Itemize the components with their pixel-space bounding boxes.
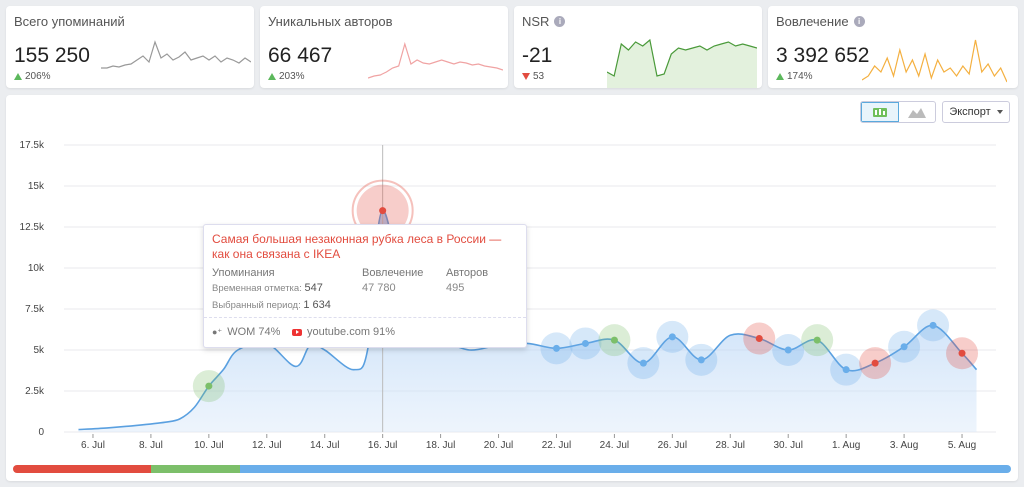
sparkline-line: [862, 39, 1007, 83]
event-marker-neutral: [842, 366, 850, 374]
kpi-delta: 206%: [14, 71, 51, 82]
tooltip-title[interactable]: Самая большая незаконная рубка леса в Ро…: [212, 232, 512, 262]
y-tick-label: 5k: [33, 345, 45, 356]
chart-tooltip: Самая большая незаконная рубка леса в Ро…: [203, 224, 527, 348]
kpi-value: -21: [522, 44, 553, 67]
kpi-title: Уникальных авторов: [268, 14, 393, 29]
kpi-card-engagement[interactable]: Вовлечение i 3 392 652 174%: [768, 6, 1018, 88]
event-marker-neutral: [552, 344, 560, 352]
event-marker-neutral: [639, 359, 647, 367]
kpi-title: Вовлечение i: [776, 14, 865, 29]
kpi-card-nsr[interactable]: NSR i -21 53: [514, 6, 762, 88]
x-tick-label: 1. Aug: [832, 440, 860, 451]
x-tick-label: 28. Jul: [716, 440, 745, 451]
info-icon[interactable]: i: [554, 16, 566, 27]
kpi-value: 155 250: [14, 44, 90, 67]
kpi-value: 66 467: [268, 44, 333, 67]
x-tick-label: 6. Jul: [81, 440, 105, 451]
y-tick-label: 0: [38, 427, 44, 438]
kpi-delta: 53: [522, 71, 544, 82]
x-tick-label: 20. Jul: [484, 440, 513, 451]
sentiment-segment-negative: [13, 465, 151, 473]
arrow-up-icon: [776, 73, 784, 80]
sparkline-chart: [607, 38, 757, 88]
tooltip-authors-value: 495: [446, 282, 465, 294]
x-tick-label: 18. Jul: [426, 440, 455, 451]
event-marker-positive: [205, 382, 213, 390]
sentiment-segment-positive: [150, 465, 240, 473]
y-tick-label: 7.5k: [25, 304, 45, 315]
sentiment-distribution-bar: [13, 465, 1011, 473]
x-tick-label: 16. Jul: [368, 440, 397, 451]
tooltip-engagement-value: 47 780: [362, 282, 396, 294]
arrow-down-icon: [522, 73, 530, 80]
kpi-value: 3 392 652: [776, 44, 870, 67]
tooltip-divider: [204, 317, 526, 318]
sparkline-line: [101, 40, 251, 69]
x-tick-label: 3. Aug: [890, 440, 918, 451]
event-marker-negative: [379, 207, 387, 215]
event-marker-negative: [871, 359, 879, 367]
event-marker-neutral: [784, 346, 792, 354]
event-marker-neutral: [581, 339, 589, 347]
event-marker-negative: [755, 335, 763, 343]
event-marker-negative: [958, 349, 966, 357]
y-tick-label: 17.5k: [20, 140, 45, 151]
arrow-up-icon: [268, 73, 276, 80]
user-icon: ●⁺: [212, 326, 223, 337]
event-marker-neutral: [697, 356, 705, 364]
sparkline-chart: [368, 41, 503, 79]
y-tick-label: 2.5k: [25, 386, 45, 397]
kpi-card-authors[interactable]: Уникальных авторов 66 467 203%: [260, 6, 508, 88]
tooltip-mentions-label: Упоминания: [212, 267, 275, 279]
event-marker-neutral: [929, 321, 937, 329]
x-tick-label: 22. Jul: [542, 440, 571, 451]
sparkline-line: [368, 41, 503, 79]
x-tick-label: 8. Jul: [139, 440, 163, 451]
kpi-delta: 174%: [776, 71, 813, 82]
event-marker-positive: [813, 336, 821, 344]
sparkline-chart: [101, 40, 251, 69]
main-chart-panel: Экспорт 0 2.5k 5k 7.5k 10k 12.5k 15k 17.5k 6. Ju…: [6, 95, 1018, 481]
x-tick-label: 24. Jul: [600, 440, 629, 451]
kpi-title: Всего упоминаний: [14, 14, 125, 29]
tooltip-period: Выбранный период: 1 634: [212, 299, 331, 311]
tooltip-engagement-label: Вовлечение: [362, 267, 424, 279]
event-marker-positive: [610, 336, 618, 344]
sparkline-chart: [862, 39, 1007, 83]
x-tick-label: 5. Aug: [948, 440, 976, 451]
kpi-title: NSR i: [522, 14, 566, 29]
arrow-up-icon: [14, 73, 22, 80]
y-tick-label: 10k: [28, 263, 45, 274]
x-tick-label: 12. Jul: [252, 440, 281, 451]
tooltip-source: youtube.com 91%: [292, 326, 395, 338]
x-tick-label: 30. Jul: [773, 440, 802, 451]
kpi-card-mentions[interactable]: Всего упоминаний 155 250 206%: [6, 6, 254, 88]
event-marker-neutral: [900, 343, 908, 351]
sparkline-area: [607, 40, 757, 88]
kpi-delta: 203%: [268, 71, 305, 82]
info-icon[interactable]: i: [853, 16, 865, 27]
x-tick-label: 14. Jul: [310, 440, 339, 451]
sentiment-segment-neutral: [239, 465, 1011, 473]
x-tick-label: 10. Jul: [194, 440, 223, 451]
tooltip-timestamp: Временная отметка: 547: [212, 282, 323, 294]
y-tick-label: 15k: [28, 181, 45, 192]
tooltip-authors-label: Авторов: [446, 267, 489, 279]
youtube-icon: [292, 328, 302, 336]
tooltip-wom: ●⁺ WOM 74%: [212, 326, 281, 338]
y-tick-label: 12.5k: [20, 222, 45, 233]
event-marker-neutral: [668, 333, 676, 341]
x-tick-label: 26. Jul: [658, 440, 687, 451]
